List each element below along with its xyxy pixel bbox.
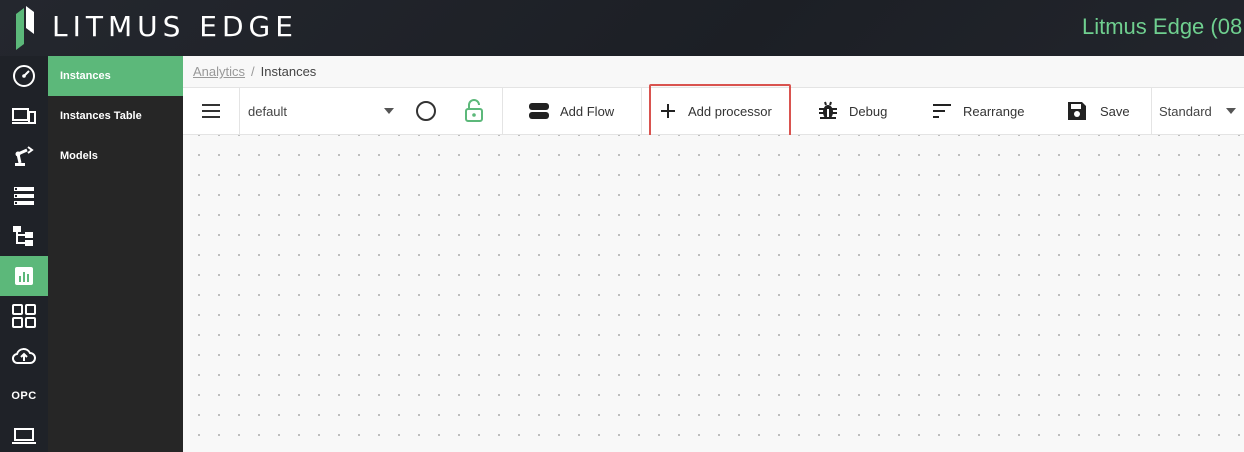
server-list-icon: [14, 187, 34, 205]
circle-status-icon: [416, 101, 436, 121]
rail-cloud[interactable]: [0, 336, 48, 376]
litmus-logo-icon: [16, 6, 34, 50]
menu-button[interactable]: [201, 88, 221, 134]
flow-select[interactable]: default: [248, 88, 398, 134]
hamburger-menu-icon: [202, 104, 220, 118]
breadcrumb-current: Instances: [260, 64, 317, 79]
subnav-item-label: Instances: [60, 70, 111, 82]
sort-lines-icon: [933, 104, 951, 118]
breadcrumb-separator: /: [251, 64, 255, 79]
subnav-item-models[interactable]: Models: [48, 136, 183, 176]
save-button[interactable]: Save: [1067, 88, 1130, 134]
rearrange-label: Rearrange: [963, 103, 1025, 119]
flow-status-toggle[interactable]: [415, 88, 437, 134]
bug-icon: [819, 101, 837, 119]
flow-hierarchy-icon: [13, 226, 33, 246]
subnav-item-label: Instances Table: [60, 110, 142, 122]
rail-analytics[interactable]: [0, 256, 48, 296]
rearrange-button[interactable]: Rearrange: [932, 88, 1024, 134]
unlock-icon: [465, 99, 483, 122]
devices-icon: [12, 108, 36, 124]
lock-toggle-button[interactable]: [464, 88, 484, 134]
rail-applications[interactable]: [0, 296, 48, 336]
laptop-icon: [12, 428, 36, 444]
chevron-down-icon: [384, 108, 394, 114]
view-mode-value: Standard: [1159, 103, 1212, 119]
dashboard-gauge-icon: [13, 65, 35, 87]
analytics-subnav: Instances Instances Table Models: [48, 56, 183, 452]
rail-flows[interactable]: [0, 216, 48, 256]
flow-select-value: default: [248, 103, 288, 119]
rail-opc[interactable]: OPC: [0, 376, 48, 416]
device-name: Litmus Edge (08: [1082, 14, 1243, 39]
breadcrumb: Analytics / Instances: [193, 64, 316, 79]
subnav-item-label: Models: [60, 150, 98, 162]
rail-devices[interactable]: [0, 96, 48, 136]
add-flow-label: Add Flow: [560, 103, 615, 119]
debug-label: Debug: [849, 103, 888, 119]
rail-robot[interactable]: [0, 136, 48, 176]
flow-toolbar: default Add Flow Add processor Debug Rea…: [183, 84, 1244, 137]
toolbar-divider: [502, 88, 503, 134]
breadcrumb-analytics-link[interactable]: Analytics: [193, 64, 245, 79]
subnav-item-instances[interactable]: Instances: [48, 56, 183, 96]
main-content: Analytics / Instances default Add Flow A…: [183, 56, 1244, 452]
toolbar-divider: [641, 88, 642, 134]
toolbar-divider: [239, 88, 240, 134]
applications-grid-icon: [12, 304, 36, 328]
debug-button[interactable]: Debug: [818, 88, 887, 134]
rail-dashboard[interactable]: [0, 56, 48, 96]
add-processor-highlight: [649, 84, 791, 137]
cloud-upload-icon: [11, 348, 36, 364]
opc-label: OPC: [11, 390, 37, 402]
icon-rail: OPC: [0, 56, 48, 452]
top-header: LITMUS EDGE Litmus Edge (08: [0, 0, 1244, 56]
robot-arm-icon: [15, 146, 34, 166]
view-mode-select[interactable]: Standard: [1159, 88, 1244, 134]
save-label: Save: [1100, 103, 1130, 119]
rail-system[interactable]: [0, 416, 48, 452]
flow-canvas[interactable]: [183, 135, 1244, 452]
floppy-save-icon: [1068, 102, 1086, 120]
add-flow-icon: [529, 103, 549, 119]
rail-servers[interactable]: [0, 176, 48, 216]
app-logo-text: LITMUS EDGE: [52, 10, 298, 43]
toolbar-divider: [1151, 88, 1152, 134]
analytics-chart-icon: [15, 267, 33, 285]
subnav-item-instances-table[interactable]: Instances Table: [48, 96, 183, 136]
add-flow-button[interactable]: Add Flow: [528, 88, 614, 134]
chevron-down-icon: [1226, 108, 1236, 114]
